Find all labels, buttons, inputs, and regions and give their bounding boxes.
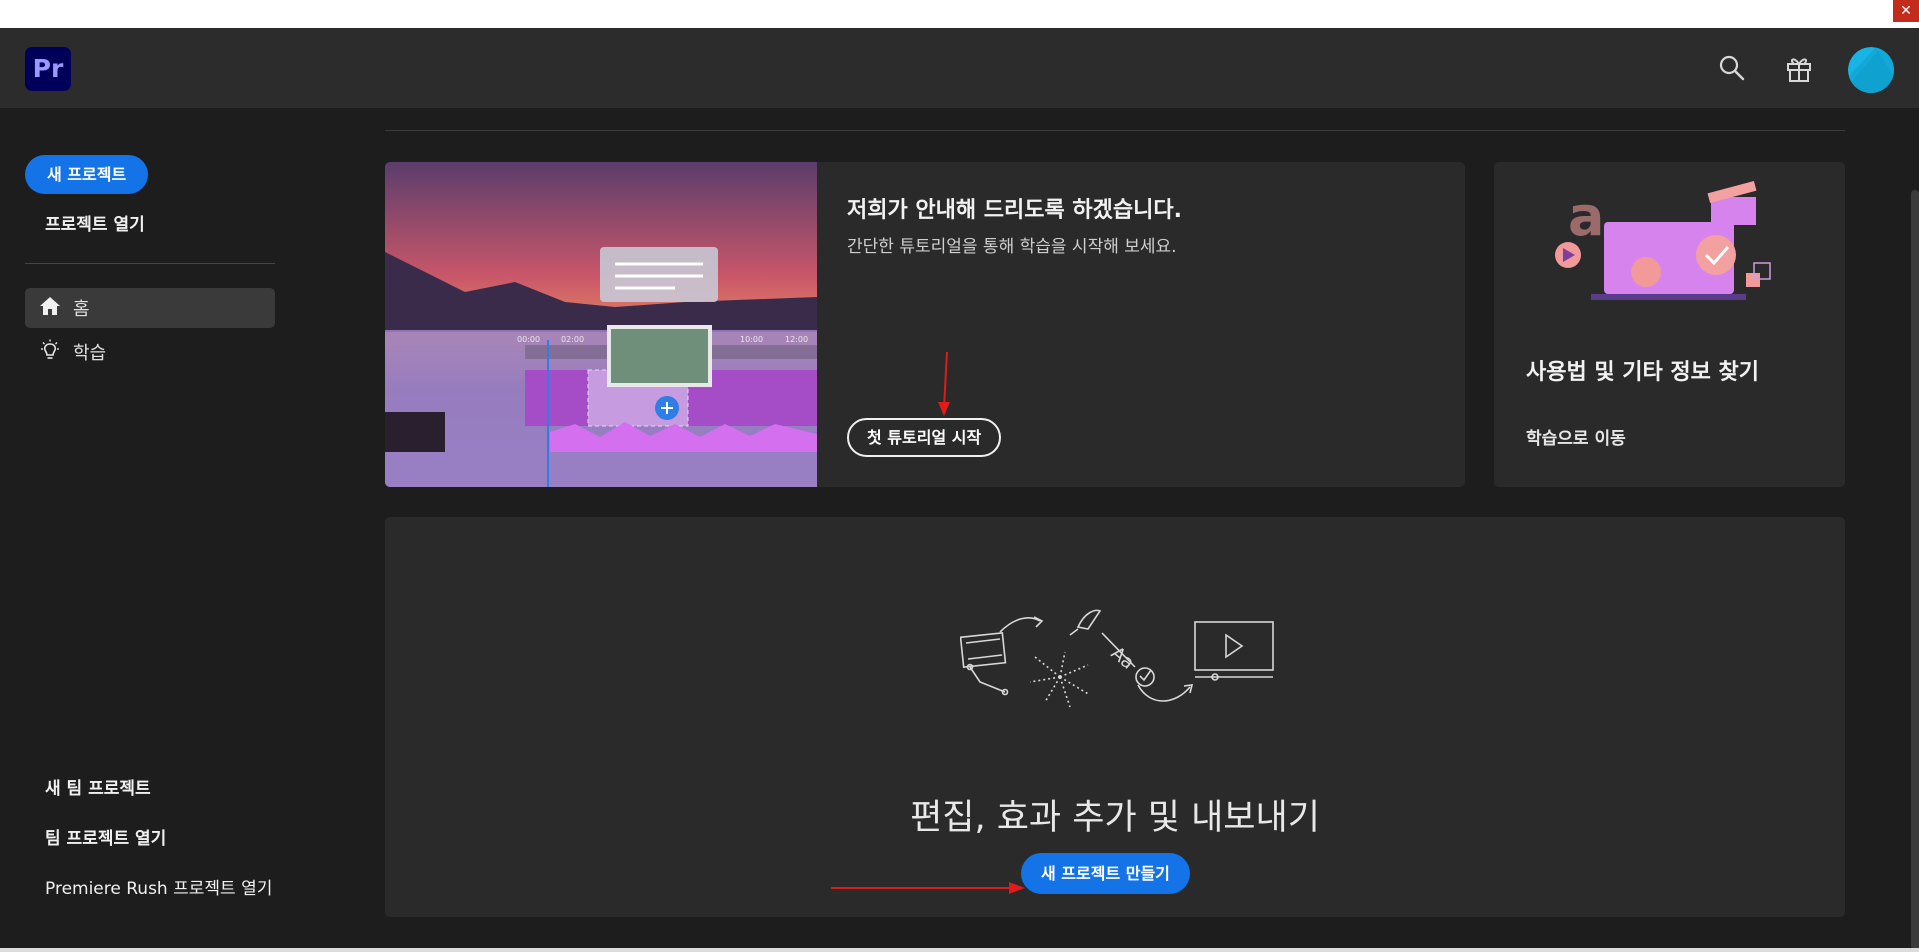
app-header: Pr [0, 28, 1919, 108]
home-icon [39, 296, 61, 321]
annotation-arrow [938, 351, 950, 416]
scrollbar[interactable] [1911, 190, 1919, 950]
learn-title: 사용법 및 기타 정보 찾기 [1526, 360, 1760, 385]
timeline-tick-label: 00:00 [517, 335, 540, 344]
create-title: 편집, 효과 추가 및 내보내기 [910, 798, 1320, 838]
gift-icon[interactable] [1781, 50, 1817, 86]
start-first-tutorial-button[interactable]: 첫 튜토리얼 시작 [847, 418, 1002, 457]
tutorial-title: 저희가 안내해 드리도록 하겠습니다. [847, 198, 1182, 223]
new-team-project-link[interactable]: 새 팀 프로젝트 [45, 774, 151, 799]
go-to-learn-link[interactable]: 학습으로 이동 [1526, 424, 1626, 449]
tutorial-card: 00:00 02:00 10:00 12:00 저희가 안내해 드리도록 하겠습… [385, 162, 1465, 487]
new-project-button[interactable]: 새 프로젝트 [25, 155, 149, 194]
title-bar: ✕ [0, 0, 1919, 28]
open-rush-project-link[interactable]: Premiere Rush 프로젝트 열기 [45, 874, 272, 899]
sidebar-item-learn[interactable]: 학습 [25, 332, 275, 372]
bottom-strip [0, 948, 1919, 952]
premiere-pro-logo: Pr [25, 47, 71, 91]
sidebar: 새 프로젝트 프로젝트 열기 홈 학습 새 팀 프로젝트 팀 프로젝트 열기 P… [0, 108, 300, 952]
avatar[interactable] [1848, 47, 1894, 93]
create-new-project-button[interactable]: 새 프로젝트 만들기 [1021, 853, 1190, 894]
lightbulb-icon [39, 339, 61, 366]
open-team-project-link[interactable]: 팀 프로젝트 열기 [45, 824, 166, 849]
svg-text:a: a [1568, 185, 1604, 248]
svg-text:Aa: Aa [1107, 643, 1138, 674]
create-card: Aa 편집, 효과 추가 및 내보내기 새 프로젝트 만들기 [385, 517, 1845, 917]
sidebar-item-label: 홈 [73, 299, 90, 320]
sidebar-item-home[interactable]: 홈 [25, 288, 275, 328]
timeline-tick-label: 10:00 [740, 335, 763, 344]
sidebar-divider [25, 263, 275, 264]
timeline-tick-label: 02:00 [561, 335, 584, 344]
learn-card: a 사용법 및 기타 정보 찾기 학습으로 이동 [1494, 162, 1845, 487]
sidebar-item-label: 학습 [73, 343, 107, 364]
timeline-tick-label: 12:00 [785, 335, 808, 344]
annotation-arrow [831, 882, 1025, 894]
tutorial-illustration: 00:00 02:00 10:00 12:00 [385, 162, 817, 487]
content-divider [385, 130, 1845, 131]
search-icon[interactable] [1714, 50, 1750, 86]
learn-illustration: a [1555, 180, 1771, 300]
editing-illustration: Aa [960, 609, 1274, 708]
tutorial-subtitle: 간단한 튜토리얼을 통해 학습을 시작해 보세요. [847, 237, 1177, 257]
window-close-button[interactable]: ✕ [1893, 0, 1919, 22]
open-project-link[interactable]: 프로젝트 열기 [45, 210, 145, 235]
